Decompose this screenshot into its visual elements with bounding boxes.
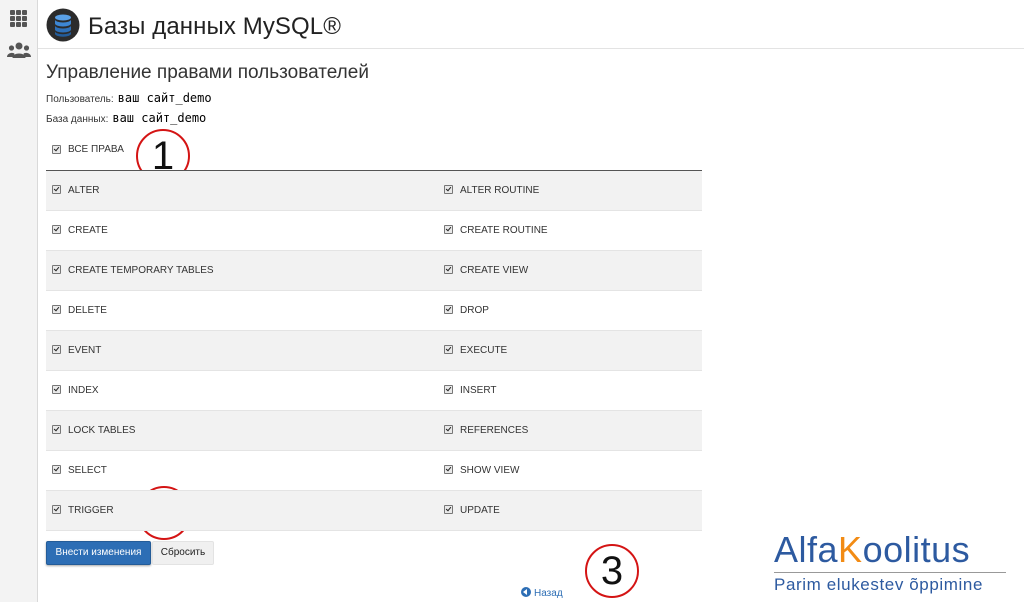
left-rail <box>0 0 38 602</box>
privilege-checkbox[interactable] <box>444 504 453 514</box>
privilege-option[interactable]: INDEX <box>52 371 99 410</box>
privilege-row: CREATE TEMPORARY TABLES CREATE VIEW <box>46 251 702 291</box>
privilege-label: EXECUTE <box>460 345 508 356</box>
privilege-label: REFERENCES <box>460 425 529 436</box>
brand-logo-text: AlfaKoolitus <box>774 529 971 570</box>
back-link[interactable]: Назад <box>521 587 563 599</box>
privilege-label: INDEX <box>68 385 99 396</box>
users-button[interactable] <box>0 34 37 68</box>
privilege-option[interactable]: REFERENCES <box>444 411 528 450</box>
privilege-option[interactable]: EVENT <box>52 331 101 370</box>
privilege-checkbox[interactable] <box>444 384 453 394</box>
privilege-label: TRIGGER <box>68 505 114 516</box>
annotation-marker-3: 3 <box>585 544 639 598</box>
privilege-option[interactable]: CREATE <box>52 211 108 250</box>
privilege-label: UPDATE <box>460 505 500 516</box>
privilege-option[interactable]: CREATE VIEW <box>444 251 528 290</box>
privilege-row: LOCK TABLES REFERENCES <box>46 411 702 451</box>
privilege-row: SELECT SHOW VIEW <box>46 451 702 491</box>
privilege-option[interactable]: UPDATE <box>444 491 500 530</box>
user-meta: Пользователь: ваш сайт_demo <box>46 91 212 105</box>
privilege-checkbox[interactable] <box>52 464 61 474</box>
privilege-row: ALTER ALTER ROUTINE <box>46 171 702 211</box>
all-privileges-label: ВСЕ ПРАВА <box>68 144 124 155</box>
section-title: Управление правами пользователей <box>46 62 369 83</box>
privilege-option[interactable]: EXECUTE <box>444 331 507 370</box>
privilege-label: INSERT <box>460 385 497 396</box>
privilege-label: ALTER <box>68 185 100 196</box>
privilege-option[interactable]: SHOW VIEW <box>444 451 519 490</box>
database-value: ваш сайт_demo <box>112 111 207 125</box>
privilege-row: DELETE DROP <box>46 291 702 331</box>
privilege-option[interactable]: LOCK TABLES <box>52 411 135 450</box>
privilege-checkbox[interactable] <box>444 264 453 274</box>
privilege-label: CREATE VIEW <box>460 265 529 276</box>
privilege-label: LOCK TABLES <box>68 425 136 436</box>
back-arrow-icon <box>521 587 531 598</box>
privilege-checkbox[interactable] <box>444 424 453 434</box>
brand-divider <box>774 572 1006 573</box>
privilege-option[interactable]: CREATE ROUTINE <box>444 211 548 250</box>
privilege-checkbox[interactable] <box>444 184 453 194</box>
database-icon <box>46 8 80 42</box>
privilege-option[interactable]: CREATE TEMPORARY TABLES <box>52 251 214 290</box>
privilege-label: CREATE <box>68 225 108 236</box>
privilege-option[interactable]: DELETE <box>52 291 107 330</box>
grid-icon <box>10 10 28 28</box>
reset-button[interactable]: Сбросить <box>152 541 214 565</box>
privilege-row: CREATE CREATE ROUTINE <box>46 211 702 251</box>
apps-button[interactable] <box>0 0 37 34</box>
user-label: Пользователь: <box>46 94 114 105</box>
privilege-label: DROP <box>460 305 489 316</box>
privilege-label: SELECT <box>68 465 107 476</box>
brand-watermark: AlfaKoolitus Parim elukestev õppimine <box>774 530 1014 595</box>
privilege-label: CREATE TEMPORARY TABLES <box>68 265 214 276</box>
privilege-checkbox[interactable] <box>52 304 61 314</box>
privilege-option[interactable]: INSERT <box>444 371 497 410</box>
privilege-label: ALTER ROUTINE <box>460 185 540 196</box>
privilege-option[interactable]: TRIGGER <box>52 491 114 530</box>
privilege-checkbox[interactable] <box>52 424 61 434</box>
privilege-label: CREATE ROUTINE <box>460 225 548 236</box>
user-value: ваш сайт_demo <box>117 91 212 105</box>
privilege-checkbox[interactable] <box>52 264 61 274</box>
privilege-checkbox[interactable] <box>52 224 61 234</box>
privilege-checkbox[interactable] <box>52 384 61 394</box>
brand-tagline: Parim elukestev õppimine <box>774 575 984 594</box>
page-title: Базы данных MySQL® <box>88 13 342 40</box>
all-privileges-checkbox[interactable] <box>52 145 61 154</box>
back-link-label: Назад <box>534 588 563 599</box>
privilege-checkbox[interactable] <box>444 304 453 314</box>
page-header: Базы данных MySQL® <box>38 0 1024 49</box>
database-meta: База данных: ваш сайт_demo <box>46 111 206 125</box>
privilege-label: SHOW VIEW <box>460 465 520 476</box>
privilege-row: INDEX INSERT <box>46 371 702 411</box>
privilege-checkbox[interactable] <box>444 344 453 354</box>
privilege-row: EVENT EXECUTE <box>46 331 702 371</box>
database-label: База данных: <box>46 114 109 125</box>
privilege-row: TRIGGER UPDATE <box>46 491 702 531</box>
privilege-option[interactable]: SELECT <box>52 451 107 490</box>
privilege-option[interactable]: DROP <box>444 291 489 330</box>
privilege-label: DELETE <box>68 305 107 316</box>
privilege-option[interactable]: ALTER ROUTINE <box>444 171 539 210</box>
privilege-checkbox[interactable] <box>444 224 453 234</box>
all-privileges-row[interactable]: ВСЕ ПРАВА <box>52 144 124 155</box>
users-icon <box>7 42 31 58</box>
apply-changes-button[interactable]: Внести изменения <box>46 541 151 565</box>
privilege-checkbox[interactable] <box>444 464 453 474</box>
privilege-option[interactable]: ALTER <box>52 171 100 210</box>
privilege-checkbox[interactable] <box>52 504 61 514</box>
privilege-checkbox[interactable] <box>52 344 61 354</box>
privilege-checkbox[interactable] <box>52 184 61 194</box>
privileges-table: ALTER ALTER ROUTINE CREATE CREATE ROUTIN… <box>46 170 702 531</box>
privilege-label: EVENT <box>68 345 102 356</box>
